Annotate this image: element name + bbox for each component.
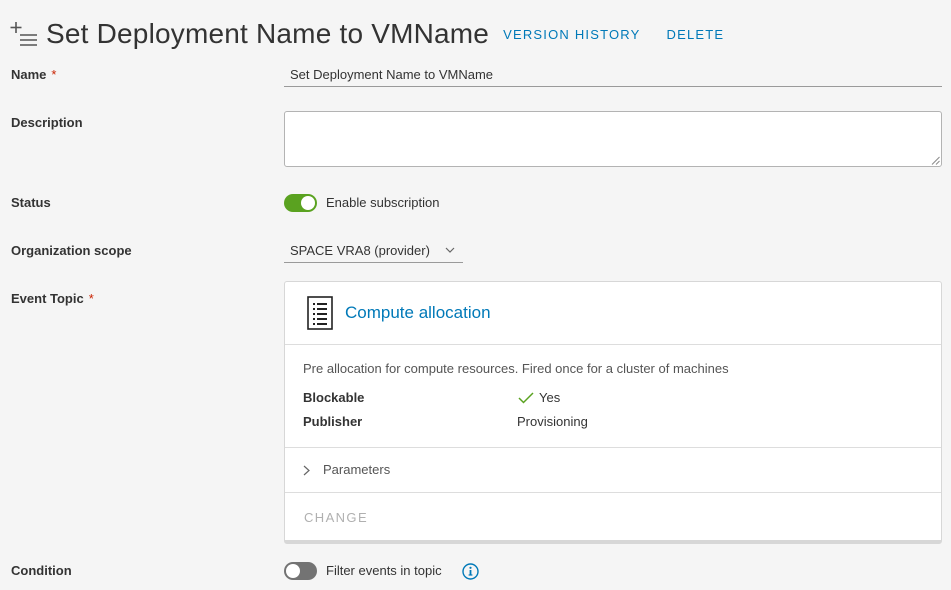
event-topic-title[interactable]: Compute allocation	[345, 303, 491, 323]
toggle-knob	[286, 564, 300, 578]
card-header: Compute allocation	[285, 282, 941, 345]
condition-label: Condition	[11, 563, 72, 578]
info-icon[interactable]	[462, 563, 479, 580]
chevron-right-icon	[303, 465, 310, 476]
description-textarea[interactable]	[284, 111, 942, 167]
chevron-down-icon	[445, 247, 455, 253]
change-topic-button[interactable]: CHANGE	[304, 510, 368, 525]
check-icon	[518, 392, 534, 404]
resize-grip-icon[interactable]	[931, 156, 940, 165]
page-header: Set Deployment Name to VMName VERSION HI…	[10, 14, 724, 54]
page-title: Set Deployment Name to VMName	[46, 18, 490, 49]
add-list-icon	[10, 22, 37, 46]
org-scope-select[interactable]: SPACE VRA8 (provider)	[284, 240, 463, 263]
publisher-value: Provisioning	[517, 414, 588, 429]
blockable-key: Blockable	[303, 390, 365, 405]
event-topic-required-mark: *	[88, 291, 94, 306]
enable-subscription-text: Enable subscription	[326, 195, 440, 210]
subscription-editor: Set Deployment Name to VMName VERSION HI…	[0, 0, 951, 590]
blockable-value: Yes	[539, 390, 561, 405]
filter-events-toggle[interactable]	[284, 562, 317, 580]
event-topic-label: Event Topic *	[11, 291, 94, 306]
description-label: Description	[11, 115, 83, 130]
name-required-mark: *	[51, 67, 57, 82]
delete-button[interactable]: DELETE	[667, 27, 725, 42]
version-history-button[interactable]: VERSION HISTORY	[503, 27, 640, 42]
document-list-icon	[307, 296, 333, 330]
name-label-text: Name	[11, 67, 47, 82]
name-label: Name *	[11, 67, 56, 82]
event-topic-card: Compute allocation Pre allocation for co…	[284, 281, 942, 544]
filter-events-text: Filter events in topic	[326, 563, 442, 578]
enable-subscription-toggle[interactable]	[284, 194, 317, 212]
toggle-knob	[301, 196, 315, 210]
publisher-key: Publisher	[303, 414, 363, 429]
status-label: Status	[11, 195, 51, 210]
org-scope-value: SPACE VRA8 (provider)	[290, 243, 430, 258]
event-topic-label-text: Event Topic	[11, 291, 84, 306]
name-input[interactable]	[284, 63, 942, 87]
event-topic-description: Pre allocation for compute resources. Fi…	[303, 361, 729, 376]
parameters-expander[interactable]: Parameters	[285, 448, 941, 492]
parameters-label: Parameters	[323, 462, 391, 477]
card-divider	[285, 492, 941, 493]
org-scope-label: Organization scope	[11, 243, 132, 258]
